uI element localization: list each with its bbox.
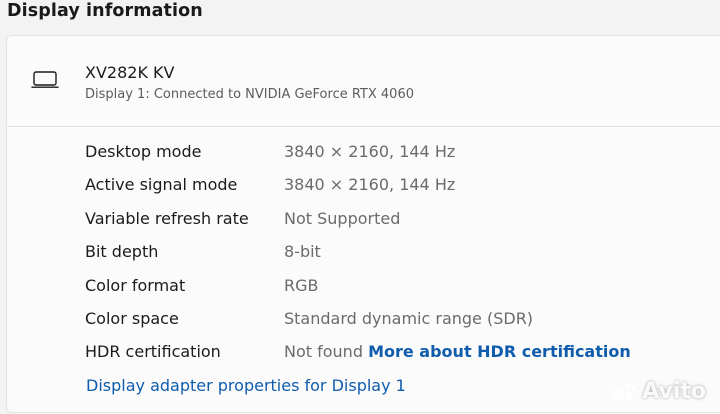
row-color-format: Color format RGB xyxy=(7,271,720,301)
adapter-properties-link[interactable]: Display adapter properties for Display 1 xyxy=(86,376,406,395)
row-variable-refresh-rate: Variable refresh rate Not Supported xyxy=(7,204,720,234)
row-label: Active signal mode xyxy=(85,175,238,194)
display-subtitle: Display 1: Connected to NVIDIA GeForce R… xyxy=(85,87,414,102)
row-color-space: Color space Standard dynamic range (SDR) xyxy=(7,304,720,334)
row-value: Not Supported xyxy=(284,209,401,228)
row-label: HDR certification xyxy=(85,342,221,361)
row-value: 3840 × 2160, 144 Hz xyxy=(284,142,456,161)
row-value: Not found More about HDR certification xyxy=(284,342,631,361)
watermark-text: Avito xyxy=(642,379,706,404)
avito-logo-icon xyxy=(612,382,636,400)
row-label: Desktop mode xyxy=(85,142,202,161)
row-bit-depth: Bit depth 8-bit xyxy=(7,237,720,267)
hdr-status: Not found xyxy=(284,342,363,361)
row-label: Variable refresh rate xyxy=(85,209,249,228)
row-value: 8-bit xyxy=(284,242,321,261)
display-header: XV282K KV Display 1: Connected to NVIDIA… xyxy=(7,36,720,127)
monitor-icon xyxy=(31,71,59,88)
row-label: Bit depth xyxy=(85,242,159,261)
section-title: Display information xyxy=(7,1,203,21)
row-value: 3840 × 2160, 144 Hz xyxy=(284,175,456,194)
row-hdr-certification: HDR certification Not found More about H… xyxy=(7,337,720,367)
row-value: Standard dynamic range (SDR) xyxy=(284,309,534,328)
row-desktop-mode: Desktop mode 3840 × 2160, 144 Hz xyxy=(7,137,720,167)
row-label: Color space xyxy=(85,309,179,328)
avito-watermark: Avito xyxy=(610,379,706,404)
row-label: Color format xyxy=(85,276,186,295)
hdr-info-link[interactable]: More about HDR certification xyxy=(368,342,631,361)
row-active-signal-mode: Active signal mode 3840 × 2160, 144 Hz xyxy=(7,170,720,200)
display-info-card: XV282K KV Display 1: Connected to NVIDIA… xyxy=(6,35,720,413)
row-value: RGB xyxy=(284,276,319,295)
display-name: XV282K KV xyxy=(85,63,175,82)
